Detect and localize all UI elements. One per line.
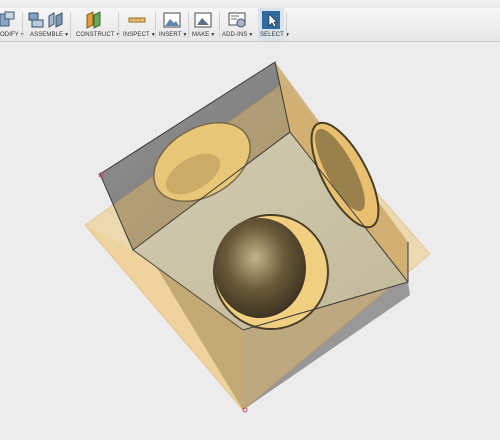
addins-label: ADD-INS▼ (222, 32, 254, 38)
insert-label: INSERT▼ (159, 32, 188, 38)
make-3d-print-icon (194, 12, 212, 28)
select-group-content[interactable]: SELECT▼ (258, 8, 290, 41)
inner-sphere (214, 218, 306, 318)
assemble-group[interactable]: ASSEMBLE▼ (25, 8, 69, 41)
toolbar-separator (286, 12, 287, 38)
offset-plane-icon (86, 11, 101, 29)
joint-icon (48, 12, 63, 28)
insert-group[interactable]: INSERT▼ (157, 8, 187, 41)
toolbar-separator (118, 12, 119, 38)
construct-group[interactable]: CONSTRUCT▼ (72, 8, 121, 41)
measure-icon (128, 17, 146, 23)
make-group[interactable]: MAKE▼ (190, 8, 218, 41)
toolbar-separator (188, 12, 189, 38)
insert-image-icon (163, 12, 181, 28)
scripts-addins-icon (228, 12, 246, 28)
addins-group[interactable]: ADD-INS▼ (221, 8, 255, 41)
design-canvas[interactable] (0, 42, 500, 440)
toolbar-separator (219, 12, 220, 38)
modify-group[interactable]: ODIFY▼ (0, 8, 25, 41)
toolbar-separator (155, 12, 156, 38)
inspect-label: INSPECT▼ (123, 32, 156, 38)
new-component-icon (28, 12, 44, 28)
modify-icon (0, 11, 15, 27)
design-toolbar: ODIFY▼ ASSEMBLE▼ CONSTRUCT▼ INSPECT▼ (0, 8, 500, 42)
make-label: MAKE▼ (192, 32, 216, 38)
construct-label: CONSTRUCT▼ (76, 32, 121, 38)
inspect-group[interactable]: INSPECT▼ (120, 8, 156, 41)
assemble-label: ASSEMBLE▼ (30, 32, 70, 38)
select-cursor-icon (262, 11, 280, 29)
toolbar-separator (22, 12, 23, 38)
toolbar-separator (70, 12, 71, 38)
